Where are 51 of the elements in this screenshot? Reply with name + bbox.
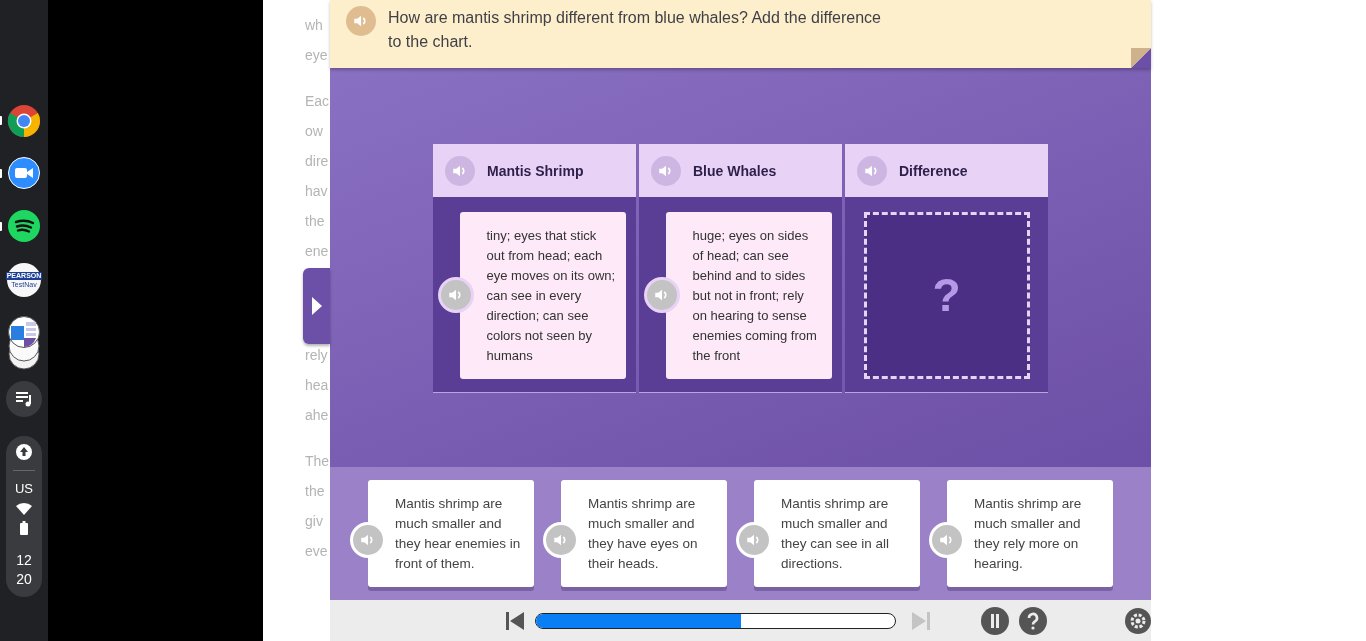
article-text: ene [305, 242, 330, 261]
expand-tab[interactable] [303, 268, 330, 344]
column-title: Mantis Shrimp [487, 162, 584, 179]
article-text: eye [305, 46, 329, 65]
skip-forward-icon [911, 611, 931, 630]
drop-zone[interactable]: ? [863, 211, 1030, 379]
music-app-icon[interactable] [8, 210, 40, 242]
column-title: Blue Whales [693, 162, 777, 179]
article-text: rely [305, 346, 329, 365]
playlist-icon [15, 391, 33, 407]
clock: 12 20 [16, 551, 32, 589]
playlist-button[interactable] [6, 381, 42, 417]
audio-button[interactable] [438, 277, 474, 313]
browser-icon[interactable] [7, 104, 41, 138]
upload-icon [16, 444, 32, 460]
article-text: hea [305, 376, 330, 395]
battery-icon [20, 521, 28, 535]
article-text: giv [305, 512, 324, 531]
info-card: huge; eyes on sides of head; can see behind and to sides but not in front; rely on hearing to sense enemies coming from the front [665, 211, 832, 379]
help-icon [1019, 606, 1047, 635]
answer-card[interactable]: Mantis shrimp are much smaller and they have eyes on their heads. [561, 480, 727, 587]
article-text: the [305, 212, 326, 231]
article-text: dire [305, 152, 330, 171]
article-text: Eac [305, 92, 330, 111]
help-button[interactable] [1019, 606, 1047, 635]
pause-icon [981, 606, 1009, 635]
article-text: ow [305, 122, 324, 141]
answer-card[interactable]: Mantis shrimp are much smaller and they rely more on hearing. [947, 480, 1113, 587]
pause-button[interactable] [981, 606, 1009, 635]
keyboard-layout: US [14, 481, 34, 496]
article-text: the [305, 482, 326, 501]
previous-button[interactable] [505, 611, 525, 630]
status-tray[interactable]: US 12 20 [6, 436, 42, 597]
page-fold-icon [1131, 48, 1151, 68]
audio-button[interactable] [644, 277, 680, 313]
answer-card[interactable]: Mantis shrimp are much smaller and they hear enemies in front of them. [368, 480, 534, 587]
article-text: ahe [305, 406, 330, 425]
stacked-windows-icon[interactable] [8, 316, 40, 370]
article-text: eve [305, 542, 329, 561]
article-text: The [305, 452, 330, 471]
play-icon [311, 297, 322, 315]
article-text: hav [305, 182, 329, 201]
wifi-icon [16, 502, 32, 515]
skip-back-icon [505, 611, 525, 630]
video-camera-icon[interactable] [8, 157, 40, 189]
column-title: Difference [899, 162, 968, 179]
answer-card[interactable]: Mantis shrimp are much smaller and they can see in all directions. [754, 480, 920, 587]
question-text: How are mantis shrimp different from blue whales? Add the difference to the chart. [388, 8, 882, 52]
article-text: wh [305, 16, 324, 35]
settings-button[interactable] [1125, 607, 1151, 634]
info-card: tiny; eyes that stick out from head; each eye moves on its own; can see in every direction; can see colors not seen by humans [459, 211, 626, 379]
